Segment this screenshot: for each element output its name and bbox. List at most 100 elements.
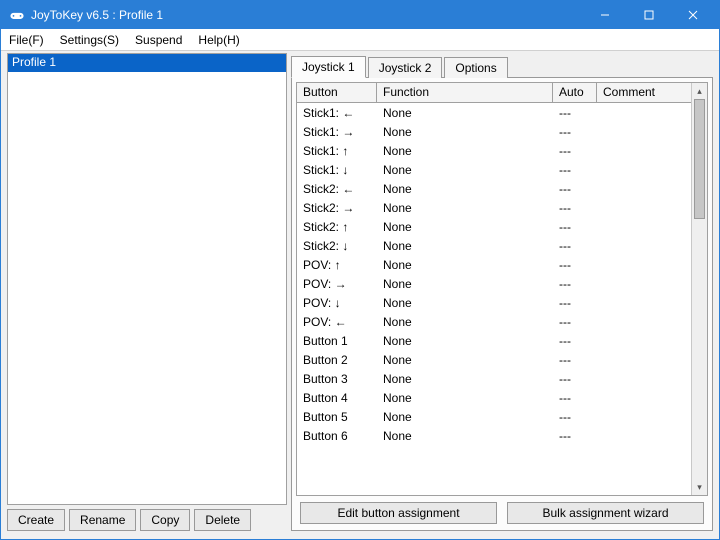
- tab-joystick1[interactable]: Joystick 1: [291, 56, 366, 78]
- cell-auto: ---: [553, 105, 597, 121]
- close-button[interactable]: [671, 1, 715, 29]
- table-row[interactable]: Button 1None---: [297, 331, 691, 350]
- profile-list[interactable]: Profile 1: [7, 53, 287, 505]
- vertical-scrollbar[interactable]: ▴ ▾: [691, 83, 707, 495]
- cell-button: Stick1: ↑: [297, 143, 377, 159]
- cell-button: Stick2: ↑: [297, 219, 377, 235]
- menu-suspend[interactable]: Suspend: [127, 29, 190, 50]
- menu-settings[interactable]: Settings(S): [52, 29, 127, 50]
- col-header-auto[interactable]: Auto: [553, 83, 597, 102]
- col-header-button[interactable]: Button: [297, 83, 377, 102]
- cell-function: None: [377, 200, 553, 216]
- cell-function: None: [377, 333, 553, 349]
- cell-button: Stick2: ↓: [297, 238, 377, 254]
- scroll-up-icon[interactable]: ▴: [692, 83, 707, 99]
- cell-auto: ---: [553, 314, 597, 330]
- table-row[interactable]: Stick2: ↓None---: [297, 236, 691, 255]
- table-row[interactable]: Button 3None---: [297, 369, 691, 388]
- left-pane: Profile 1 Create Rename Copy Delete: [7, 53, 287, 531]
- table-row[interactable]: Button 2None---: [297, 350, 691, 369]
- table-row[interactable]: Stick2: ↑None---: [297, 217, 691, 236]
- cell-comment: [597, 131, 691, 133]
- minimize-button[interactable]: [583, 1, 627, 29]
- grid-body: Stick1: ←None---Stick1: →None---Stick1: …: [297, 103, 691, 445]
- scroll-thumb[interactable]: [694, 99, 705, 219]
- cell-auto: ---: [553, 143, 597, 159]
- maximize-button[interactable]: [627, 1, 671, 29]
- col-header-comment[interactable]: Comment: [597, 83, 691, 102]
- tab-options[interactable]: Options: [444, 57, 507, 78]
- app-window: JoyToKey v6.5 : Profile 1 File(F) Settin…: [0, 0, 720, 540]
- cell-auto: ---: [553, 238, 597, 254]
- cell-button: Stick2: →: [297, 200, 377, 216]
- create-button[interactable]: Create: [7, 509, 65, 531]
- table-row[interactable]: Stick1: ↓None---: [297, 160, 691, 179]
- cell-comment: [597, 302, 691, 304]
- tab-joystick2[interactable]: Joystick 2: [368, 57, 443, 78]
- table-row[interactable]: Stick2: ←None---: [297, 179, 691, 198]
- delete-button[interactable]: Delete: [194, 509, 251, 531]
- cell-comment: [597, 321, 691, 323]
- titlebar: JoyToKey v6.5 : Profile 1: [1, 1, 719, 29]
- cell-function: None: [377, 352, 553, 368]
- copy-button[interactable]: Copy: [140, 509, 190, 531]
- cell-auto: ---: [553, 333, 597, 349]
- cell-comment: [597, 416, 691, 418]
- cell-button: Button 2: [297, 352, 377, 368]
- cell-comment: [597, 150, 691, 152]
- cell-auto: ---: [553, 390, 597, 406]
- cell-comment: [597, 378, 691, 380]
- cell-auto: ---: [553, 276, 597, 292]
- cell-function: None: [377, 162, 553, 178]
- cell-comment: [597, 283, 691, 285]
- cell-comment: [597, 188, 691, 190]
- cell-comment: [597, 245, 691, 247]
- bottom-buttons: Edit button assignment Bulk assignment w…: [296, 496, 708, 526]
- cell-function: None: [377, 276, 553, 292]
- table-row[interactable]: Stick1: →None---: [297, 122, 691, 141]
- cell-auto: ---: [553, 352, 597, 368]
- cell-button: POV: ←: [297, 314, 377, 330]
- bulk-wizard-button[interactable]: Bulk assignment wizard: [507, 502, 704, 524]
- cell-button: Stick2: ←: [297, 181, 377, 197]
- scroll-down-icon[interactable]: ▾: [692, 479, 707, 495]
- cell-function: None: [377, 409, 553, 425]
- table-row[interactable]: Stick2: →None---: [297, 198, 691, 217]
- table-row[interactable]: Button 4None---: [297, 388, 691, 407]
- table-row[interactable]: Stick1: ↑None---: [297, 141, 691, 160]
- cell-auto: ---: [553, 409, 597, 425]
- menu-file[interactable]: File(F): [1, 29, 52, 50]
- cell-comment: [597, 397, 691, 399]
- cell-comment: [597, 264, 691, 266]
- cell-auto: ---: [553, 124, 597, 140]
- cell-comment: [597, 226, 691, 228]
- profile-buttons: Create Rename Copy Delete: [7, 509, 287, 531]
- table-row[interactable]: POV: →None---: [297, 274, 691, 293]
- cell-function: None: [377, 371, 553, 387]
- cell-auto: ---: [553, 428, 597, 444]
- table-row[interactable]: POV: ↓None---: [297, 293, 691, 312]
- cell-comment: [597, 169, 691, 171]
- cell-function: None: [377, 238, 553, 254]
- table-row[interactable]: Button 5None---: [297, 407, 691, 426]
- cell-comment: [597, 435, 691, 437]
- cell-auto: ---: [553, 371, 597, 387]
- cell-auto: ---: [553, 181, 597, 197]
- rename-button[interactable]: Rename: [69, 509, 136, 531]
- cell-button: Button 3: [297, 371, 377, 387]
- table-row[interactable]: POV: ↑None---: [297, 255, 691, 274]
- table-row[interactable]: Stick1: ←None---: [297, 103, 691, 122]
- right-pane: Joystick 1 Joystick 2 Options Button Fun…: [291, 53, 713, 531]
- table-row[interactable]: POV: ←None---: [297, 312, 691, 331]
- profile-list-item[interactable]: Profile 1: [8, 54, 286, 72]
- app-icon: [9, 7, 25, 23]
- col-header-function[interactable]: Function: [377, 83, 553, 102]
- edit-assignment-button[interactable]: Edit button assignment: [300, 502, 497, 524]
- table-row[interactable]: Button 6None---: [297, 426, 691, 445]
- cell-button: Button 4: [297, 390, 377, 406]
- tab-body: Button Function Auto Comment Stick1: ←No…: [291, 77, 713, 531]
- cell-button: Stick1: →: [297, 124, 377, 140]
- cell-auto: ---: [553, 200, 597, 216]
- cell-auto: ---: [553, 219, 597, 235]
- menu-help[interactable]: Help(H): [190, 29, 247, 50]
